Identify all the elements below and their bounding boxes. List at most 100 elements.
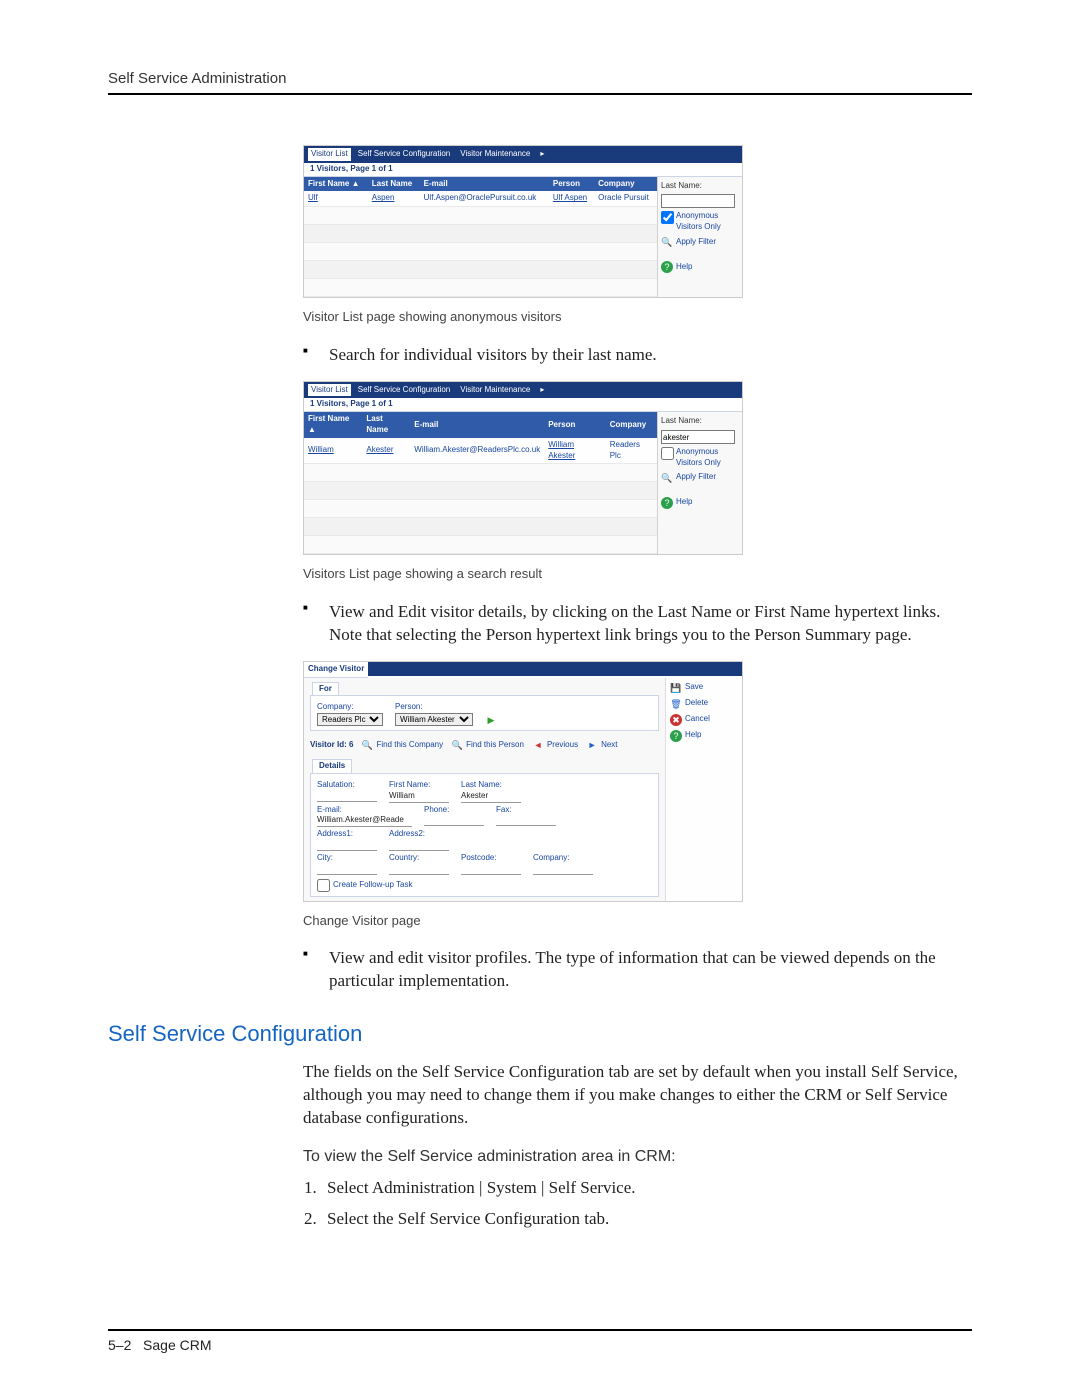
address1-field[interactable] xyxy=(317,840,377,851)
flag-icon[interactable]: ▶ xyxy=(485,714,497,726)
change-visitor-screenshot: Change Visitor For Company: Readers Plc xyxy=(303,661,743,902)
page-header: Self Service Administration xyxy=(108,70,972,95)
phone-field[interactable] xyxy=(424,815,484,826)
save-button[interactable]: 💾Save xyxy=(670,682,738,694)
country-field[interactable] xyxy=(389,864,449,875)
city-field[interactable] xyxy=(317,864,377,875)
col-last-name[interactable]: Last Name xyxy=(362,412,410,438)
magnifier-icon: 🔍 xyxy=(361,739,373,751)
save-icon: 💾 xyxy=(670,682,682,694)
col-person[interactable]: Person xyxy=(544,412,606,438)
apply-filter-button[interactable]: 🔍 Apply Filter xyxy=(661,236,739,248)
last-name-filter-label: Last Name: xyxy=(661,181,739,192)
postcode-label: Postcode: xyxy=(461,853,521,864)
previous-icon: ◄ xyxy=(532,739,544,751)
help-button[interactable]: ?Help xyxy=(670,730,738,742)
col-email[interactable]: E-mail xyxy=(420,177,549,192)
anonymous-only-checkbox[interactable] xyxy=(661,211,674,224)
last-name-filter-input[interactable] xyxy=(661,430,735,444)
anonymous-only-label: Anonymous Visitors Only xyxy=(676,211,739,233)
col-first-name[interactable]: First Name ▲ xyxy=(304,412,362,438)
address2-field[interactable] xyxy=(389,840,449,851)
anonymous-only-label: Anonymous Visitors Only xyxy=(676,447,739,469)
phone-label: Phone: xyxy=(424,805,484,816)
followup-label: Create Follow-up Task xyxy=(333,880,412,891)
magnifier-icon: 🔍 xyxy=(661,236,673,248)
help-icon: ? xyxy=(661,497,673,509)
anonymous-only-checkbox[interactable] xyxy=(661,447,674,460)
col-first-name[interactable]: First Name ▲ xyxy=(304,177,368,192)
tab-visitor-list[interactable]: Visitor List xyxy=(308,148,351,161)
help-button[interactable]: ? Help xyxy=(661,261,739,273)
email-label: E-mail: xyxy=(317,805,412,816)
country-label: Country: xyxy=(389,853,449,864)
first-name-field[interactable]: William xyxy=(389,791,449,803)
bullet-view-edit-profiles: View and edit visitor profiles. The type… xyxy=(303,947,972,993)
postcode-field[interactable] xyxy=(461,864,521,875)
person-label: Person: xyxy=(395,702,473,713)
tab-visitor-maintenance[interactable]: Visitor Maintenance xyxy=(457,148,533,161)
step-2: Select the Self Service Configuration ta… xyxy=(321,1208,972,1231)
cell-email: Ulf.Aspen@OraclePursuit.co.uk xyxy=(420,191,549,206)
page-number: 5–2 xyxy=(108,1337,131,1353)
address2-label: Address2: xyxy=(389,829,449,840)
cell-person[interactable]: William Akester xyxy=(544,438,606,464)
tab-more[interactable]: ▸ xyxy=(537,148,547,161)
product-name: Sage CRM xyxy=(143,1337,211,1353)
fax-field[interactable] xyxy=(496,815,556,826)
salutation-field[interactable] xyxy=(317,791,377,802)
tab-visitor-maintenance[interactable]: Visitor Maintenance xyxy=(457,384,533,397)
delete-button[interactable]: 🗑Delete xyxy=(670,698,738,710)
tab-self-service-config[interactable]: Self Service Configuration xyxy=(355,148,454,161)
last-name-field[interactable]: Akester xyxy=(461,791,521,803)
visitor-id-value: 6 xyxy=(349,740,353,749)
for-tab[interactable]: For xyxy=(312,682,339,696)
cell-person[interactable]: Ulf Aspen xyxy=(549,191,594,206)
cell-first-name[interactable]: Ulf xyxy=(304,191,368,206)
bullet-search-lastname: Search for individual visitors by their … xyxy=(303,344,972,367)
cell-email: William.Akester@ReadersPlc.co.uk xyxy=(410,438,544,464)
apply-filter-button[interactable]: 🔍 Apply Filter xyxy=(661,472,739,484)
col-company[interactable]: Company xyxy=(606,412,657,438)
cell-last-name[interactable]: Aspen xyxy=(368,191,420,206)
col-last-name[interactable]: Last Name xyxy=(368,177,420,192)
tab-more[interactable]: ▸ xyxy=(537,384,547,397)
cell-first-name[interactable]: William xyxy=(304,438,362,464)
visitor-list-search-screenshot: Visitor List Self Service Configuration … xyxy=(303,381,743,556)
tab-self-service-config[interactable]: Self Service Configuration xyxy=(355,384,454,397)
fax-label: Fax: xyxy=(496,805,556,816)
next-button[interactable]: ►Next xyxy=(586,739,617,751)
followup-checkbox[interactable] xyxy=(317,879,330,892)
cell-company: Readers Plc xyxy=(606,438,657,464)
cancel-button[interactable]: ✖Cancel xyxy=(670,714,738,726)
col-email[interactable]: E-mail xyxy=(410,412,544,438)
col-person[interactable]: Person xyxy=(549,177,594,192)
company-field[interactable] xyxy=(533,864,593,875)
find-company-button[interactable]: 🔍Find this Company xyxy=(361,739,443,751)
cell-last-name[interactable]: Akester xyxy=(362,438,410,464)
last-name-filter-input[interactable] xyxy=(661,194,735,208)
help-button[interactable]: ? Help xyxy=(661,497,739,509)
screenshot1-caption: Visitor List page showing anonymous visi… xyxy=(303,308,972,326)
find-person-button[interactable]: 🔍Find this Person xyxy=(451,739,524,751)
cancel-icon: ✖ xyxy=(670,714,682,726)
company-label2: Company: xyxy=(533,853,593,864)
tab-visitor-list[interactable]: Visitor List xyxy=(308,384,351,397)
pager-label: 1 Visitors, Page 1 of 1 xyxy=(304,398,742,412)
help-icon: ? xyxy=(661,261,673,273)
change-visitor-title: Change Visitor xyxy=(304,662,368,678)
delete-icon: 🗑 xyxy=(670,698,682,710)
company-select[interactable]: Readers Plc xyxy=(317,713,383,726)
page-footer: 5–2 Sage CRM xyxy=(108,1329,972,1353)
cell-company: Oracle Pursuit xyxy=(594,191,657,206)
section2-paragraph: The fields on the Self Service Configura… xyxy=(303,1061,972,1130)
email-field[interactable]: William.Akester@Reade xyxy=(317,815,412,827)
pager-label: 1 Visitors, Page 1 of 1 xyxy=(304,163,742,177)
last-name-label: Last Name: xyxy=(461,780,521,791)
col-company[interactable]: Company xyxy=(594,177,657,192)
previous-button[interactable]: ◄Previous xyxy=(532,739,578,751)
details-tab[interactable]: Details xyxy=(312,759,352,773)
company-label: Company: xyxy=(317,702,383,713)
city-label: City: xyxy=(317,853,377,864)
person-select[interactable]: William Akester xyxy=(395,713,473,726)
